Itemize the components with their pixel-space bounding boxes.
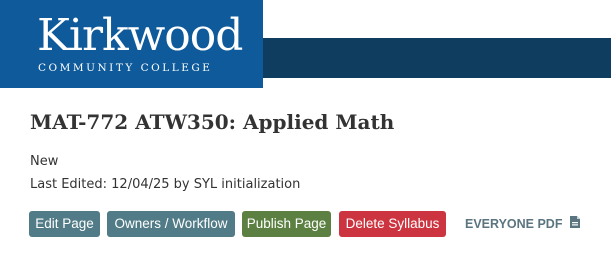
everyone-pdf-link[interactable]: EVERYONE PDF	[465, 211, 580, 237]
edit-page-button[interactable]: Edit Page	[29, 211, 100, 237]
status-text: New	[30, 154, 59, 169]
page-title: MAT-772 ATW350: Applied Math	[30, 110, 395, 134]
college-logo[interactable]: Kirkwood COMMUNITY COLLEGE	[0, 0, 263, 88]
logo-wordmark: Kirkwood	[37, 10, 243, 61]
last-edited-text: Last Edited: 12/04/25 by SYL initializat…	[30, 177, 301, 192]
logo-subtitle: COMMUNITY COLLEGE	[38, 62, 213, 74]
publish-page-button[interactable]: Publish Page	[242, 211, 331, 237]
delete-syllabus-button[interactable]: Delete Syllabus	[339, 211, 446, 237]
everyone-pdf-label: EVERYONE PDF	[465, 217, 563, 231]
pdf-file-icon	[569, 211, 580, 237]
owners-workflow-button[interactable]: Owners / Workflow	[107, 211, 235, 237]
